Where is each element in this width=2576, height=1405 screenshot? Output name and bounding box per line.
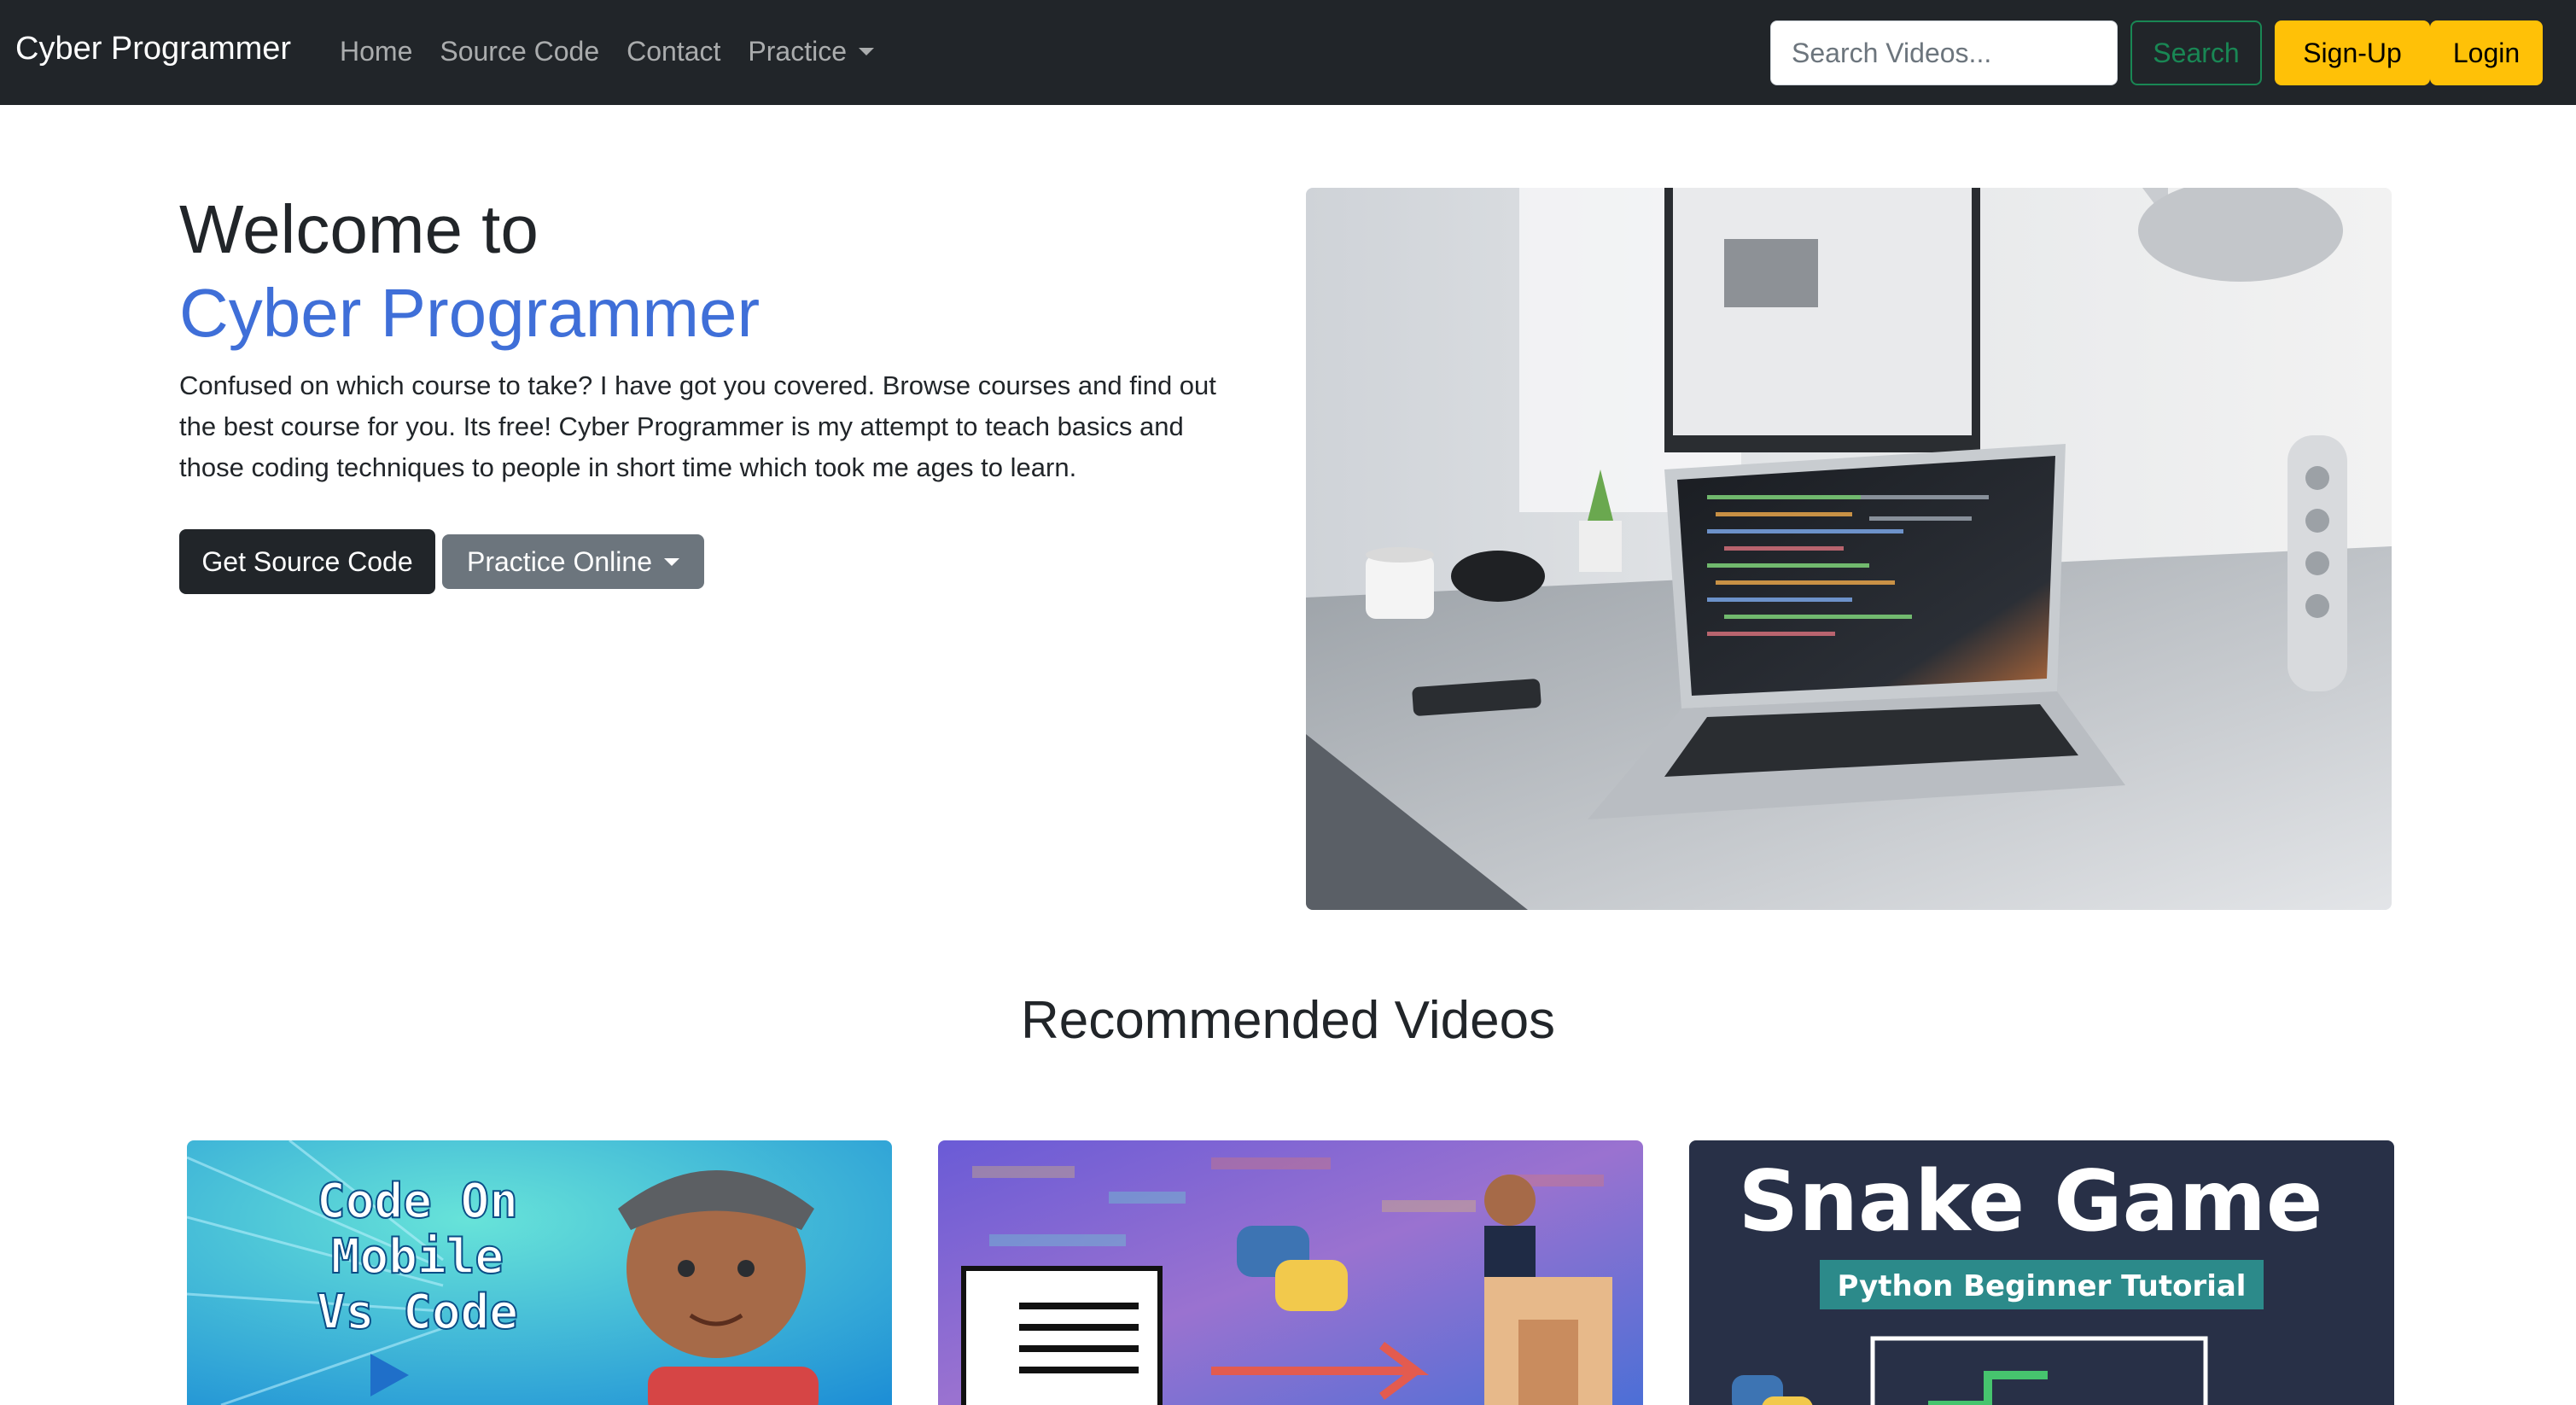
video-card-code-on-mobile[interactable]: Code On Mobile Vs Code [187, 1140, 892, 1405]
nav-link-home[interactable]: Home [340, 36, 412, 67]
login-button[interactable]: Login [2430, 20, 2543, 85]
navbar-brand[interactable]: Cyber Programmer [15, 31, 291, 67]
nav-dropdown-practice[interactable]: Practice [748, 36, 875, 67]
nav-link-source-code[interactable]: Source Code [440, 36, 599, 67]
nav-dropdown-practice-label: Practice [748, 36, 848, 67]
caret-down-icon [859, 48, 875, 55]
navbar: Cyber Programmer Home Source Code Contac… [0, 0, 2576, 105]
signup-button[interactable]: Sign-Up [2275, 20, 2430, 85]
video-card-python-presentation[interactable] [938, 1140, 1643, 1405]
practice-online-label: Practice Online [467, 545, 652, 577]
nav-links: Home Source Code Contact Practice [340, 36, 901, 67]
video-thumbnail-python-presentation [938, 1140, 1643, 1405]
video-card-snake-game[interactable]: Snake Game Python Beginner Tutorial [1689, 1140, 2394, 1405]
thumb-text-code-on: Code On [317, 1174, 518, 1229]
thumb-title-snake-game: Snake Game [1739, 1153, 2323, 1251]
nav-link-contact[interactable]: Contact [627, 36, 720, 67]
recommended-videos-title: Recommended Videos [1020, 991, 1556, 1050]
hero-image-laptop-desk [1306, 188, 2392, 910]
get-source-code-button[interactable]: Get Source Code [179, 529, 435, 594]
practice-online-dropdown[interactable]: Practice Online [442, 534, 704, 589]
thumb-text-mobile: Mobile [331, 1229, 504, 1285]
search-button[interactable]: Search [2130, 20, 2262, 85]
search-input[interactable] [1770, 20, 2118, 85]
hero-title-brand: Cyber Programmer [179, 275, 761, 351]
thumb-subtitle: Python Beginner Tutorial [1838, 1269, 2247, 1303]
hero-description: Confused on which course to take? I have… [179, 370, 1216, 482]
video-thumbnail-snake-game: Snake Game Python Beginner Tutorial [1689, 1140, 2394, 1405]
hero-title-line1: Welcome to [179, 191, 539, 267]
video-thumbnail-code-on-mobile: Code On Mobile Vs Code [187, 1140, 892, 1405]
laptop-desk-illustration [1306, 188, 2392, 910]
caret-down-icon [663, 557, 679, 566]
thumb-text-vs-code: Vs Code [317, 1285, 518, 1340]
hero-title: Welcome to Cyber Programmer [179, 188, 760, 355]
